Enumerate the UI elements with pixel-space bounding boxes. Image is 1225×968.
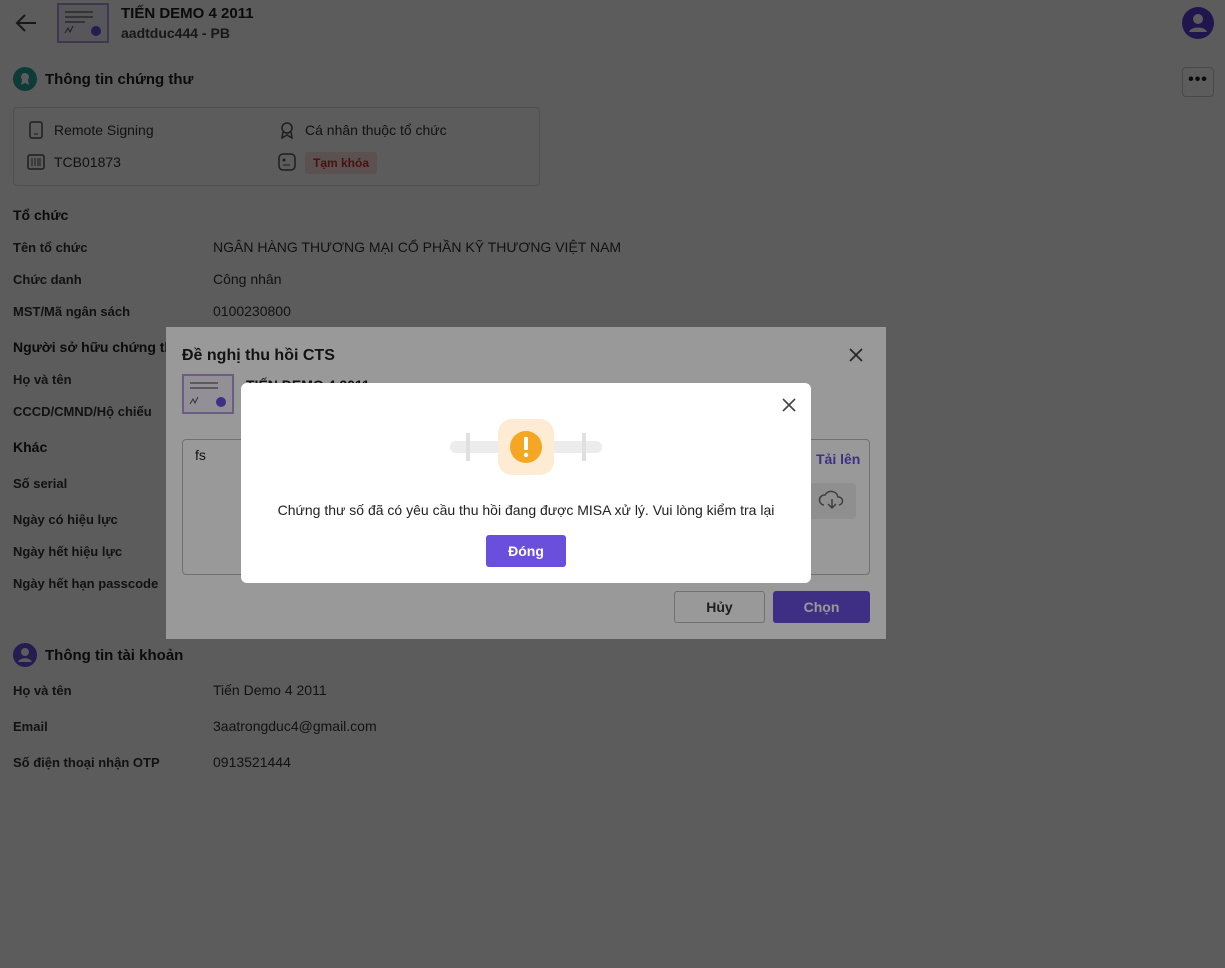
warning-illustration-icon <box>450 419 602 475</box>
close-icon[interactable] <box>781 397 797 413</box>
alert-message: Chứng thư số đã có yêu cầu thu hồi đang … <box>277 502 775 518</box>
close-alert-button[interactable]: Đóng <box>486 535 566 567</box>
alert-dialog: Chứng thư số đã có yêu cầu thu hồi đang … <box>241 383 811 583</box>
